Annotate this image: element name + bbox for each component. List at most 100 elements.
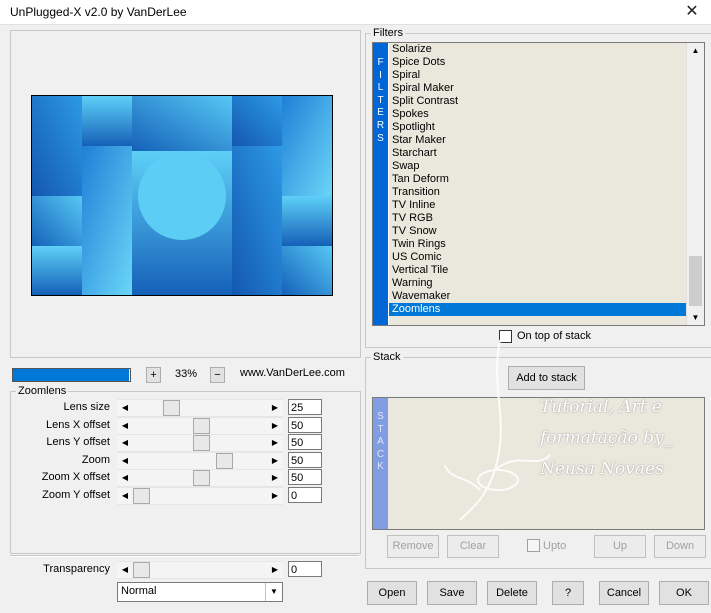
- slider-thumb[interactable]: [133, 562, 150, 578]
- filter-list-item[interactable]: Star Maker: [389, 134, 686, 147]
- slider-right-arrow-icon[interactable]: ▶: [268, 436, 282, 450]
- filters-scrollbar[interactable]: ▲ ▼: [686, 43, 704, 325]
- slider-right-arrow-icon[interactable]: ▶: [268, 401, 282, 415]
- slider-right-arrow-icon[interactable]: ▶: [268, 563, 282, 577]
- parameter-slider[interactable]: ◀ ▶: [117, 451, 283, 470]
- help-button[interactable]: ?: [552, 581, 584, 605]
- slider-left-arrow-icon[interactable]: ◀: [118, 401, 132, 415]
- filter-list-item[interactable]: Wavemaker: [389, 290, 686, 303]
- filter-list-item[interactable]: Swap: [389, 160, 686, 173]
- slider-value[interactable]: 25: [288, 399, 322, 415]
- filter-list-item[interactable]: US Comic: [389, 251, 686, 264]
- filter-list-item[interactable]: TV Snow: [389, 225, 686, 238]
- save-button[interactable]: Save: [427, 581, 477, 605]
- clear-button[interactable]: Clear: [447, 535, 499, 558]
- slider-thumb[interactable]: [162, 400, 180, 416]
- upto-label: Upto: [543, 540, 567, 552]
- filter-list-item[interactable]: Spotlight: [389, 121, 686, 134]
- filter-list-item[interactable]: Transition: [389, 186, 686, 199]
- filters-items: Solarize Spice Dots Spiral Spiral Maker Spli…: [389, 43, 686, 325]
- slider-value[interactable]: 50: [288, 451, 322, 468]
- slider-left-arrow-icon[interactable]: ◀: [118, 436, 132, 450]
- close-icon[interactable]: ✕: [681, 1, 703, 23]
- side-label-letter: T: [377, 94, 384, 106]
- slider-value[interactable]: 0: [288, 487, 322, 503]
- zoom-out-button[interactable]: −: [210, 367, 225, 383]
- scroll-down-icon[interactable]: ▼: [687, 310, 704, 325]
- filter-list-item[interactable]: Twin Rings: [389, 238, 686, 251]
- filter-list-item[interactable]: Spice Dots: [389, 56, 686, 69]
- filter-list-item[interactable]: Vertical Tile: [389, 264, 686, 277]
- slider-value[interactable]: 50: [288, 416, 322, 433]
- parameter-slider[interactable]: ◀ ▶: [117, 487, 283, 505]
- slider-right-arrow-icon[interactable]: ▶: [268, 419, 282, 433]
- parameter-slider[interactable]: ◀ ▶: [117, 416, 283, 435]
- transparency-label: Transparency: [43, 563, 110, 575]
- slider-left-arrow-icon[interactable]: ◀: [118, 563, 132, 577]
- upto-checkbox[interactable]: [527, 539, 540, 552]
- slider-thumb[interactable]: [216, 452, 234, 469]
- open-button[interactable]: Open: [367, 581, 417, 605]
- side-label-letter: K: [377, 461, 384, 473]
- slider-thumb[interactable]: [192, 470, 210, 487]
- parameter-slider[interactable]: ◀ ▶: [117, 399, 283, 417]
- side-label-letter: C: [376, 448, 385, 460]
- slider-label: Lens X offset: [45, 418, 110, 431]
- slider-right-arrow-icon[interactable]: ▶: [268, 489, 282, 503]
- scroll-up-icon[interactable]: ▲: [687, 43, 704, 58]
- progress-bar: [12, 368, 131, 382]
- parameter-slider[interactable]: ◀ ▶: [117, 469, 283, 488]
- slider-left-arrow-icon[interactable]: ◀: [118, 454, 132, 468]
- cancel-button[interactable]: Cancel: [599, 581, 649, 605]
- slider-right-arrow-icon[interactable]: ▶: [268, 471, 282, 485]
- filters-list: FILTERS Solarize Spice Dots Spiral Spiral M…: [372, 42, 705, 326]
- filter-list-item[interactable]: Zoomlens: [389, 303, 686, 316]
- filter-list-item[interactable]: Solarize: [389, 43, 686, 56]
- filter-list-item[interactable]: Starchart: [389, 147, 686, 160]
- slider-label: Lens Y offset: [46, 436, 110, 449]
- slider-value[interactable]: 50: [288, 434, 322, 451]
- slider-left-arrow-icon[interactable]: ◀: [118, 471, 132, 485]
- slider-value[interactable]: 50: [288, 469, 322, 486]
- side-label-letter: S: [377, 132, 384, 144]
- filter-list-item[interactable]: Spiral Maker: [389, 82, 686, 95]
- filter-list-item[interactable]: TV RGB: [389, 212, 686, 225]
- delete-button[interactable]: Delete: [487, 581, 537, 605]
- filter-list-item[interactable]: Spiral: [389, 69, 686, 82]
- ok-button[interactable]: OK: [659, 581, 709, 605]
- divider-highlight: [10, 556, 359, 557]
- website-link[interactable]: www.VanDerLee.com: [240, 367, 345, 379]
- slider-left-arrow-icon[interactable]: ◀: [118, 419, 132, 433]
- filter-list-item[interactable]: Spokes: [389, 108, 686, 121]
- progress-fill: [13, 369, 129, 381]
- filters-side-label: FILTERS: [373, 43, 388, 325]
- slider-label: Zoom Y offset: [42, 489, 110, 501]
- transparency-slider[interactable]: ◀ ▶: [117, 561, 283, 579]
- down-button[interactable]: Down: [654, 535, 706, 558]
- slider-thumb[interactable]: [192, 417, 210, 434]
- stack-legend: Stack: [371, 351, 403, 363]
- side-label-letter: L: [377, 82, 384, 94]
- side-label-letter: E: [377, 107, 384, 119]
- side-label-letter: R: [376, 120, 385, 131]
- slider-left-arrow-icon[interactable]: ◀: [118, 489, 132, 503]
- transparency-value[interactable]: 0: [288, 561, 322, 577]
- filter-list-item[interactable]: Warning: [389, 277, 686, 290]
- filter-list-item[interactable]: Split Contrast: [389, 95, 686, 108]
- filter-list-item[interactable]: TV Inline: [389, 199, 686, 212]
- scroll-thumb[interactable]: [689, 256, 702, 306]
- zoom-in-button[interactable]: +: [146, 367, 161, 383]
- up-button[interactable]: Up: [594, 535, 646, 558]
- stack-side-label: STACK: [373, 398, 388, 529]
- chevron-down-icon[interactable]: ▼: [265, 583, 282, 601]
- filter-list-item[interactable]: Tan Deform: [389, 173, 686, 186]
- slider-label: Zoom: [81, 453, 110, 466]
- remove-button[interactable]: Remove: [387, 535, 439, 558]
- slider-thumb[interactable]: [192, 435, 210, 452]
- preview-image: [31, 95, 333, 296]
- zoomlens-legend: Zoomlens: [16, 385, 69, 397]
- slider-thumb[interactable]: [133, 488, 150, 504]
- parameter-slider[interactable]: ◀ ▶: [117, 434, 283, 453]
- blend-mode-select[interactable]: Normal ▼: [117, 582, 283, 602]
- slider-right-arrow-icon[interactable]: ▶: [268, 454, 282, 468]
